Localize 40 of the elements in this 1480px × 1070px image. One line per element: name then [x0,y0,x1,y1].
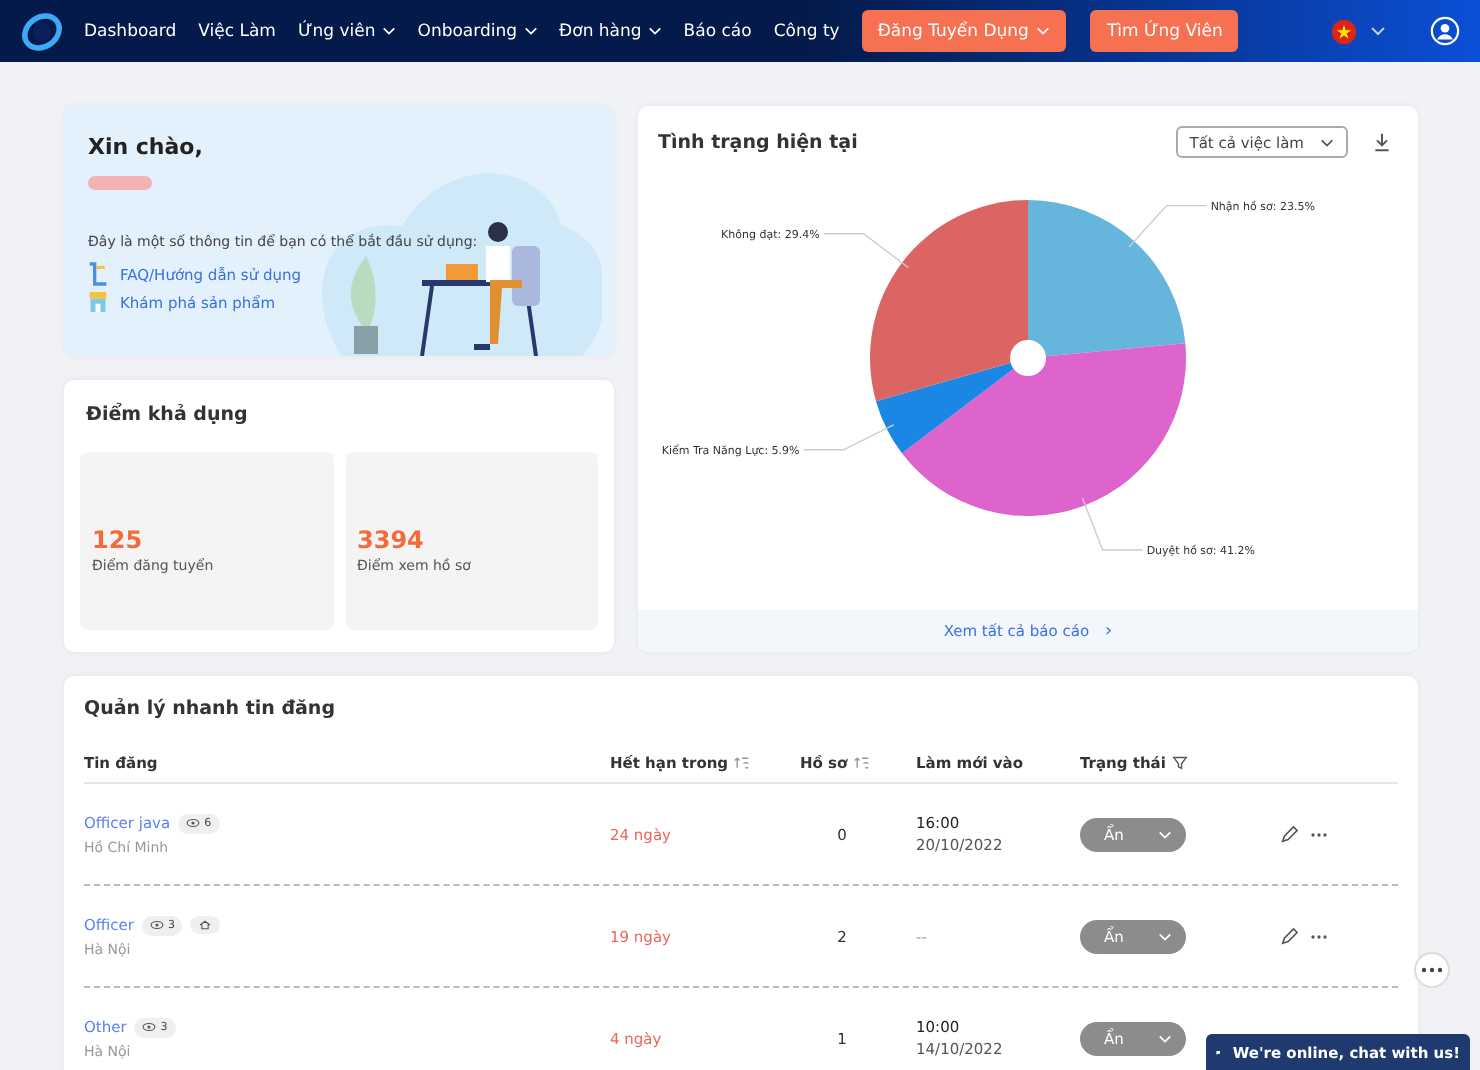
sort-icon[interactable] [734,756,751,770]
storefront-icon [88,290,108,314]
nav-menu-item[interactable]: Đơn hàng [559,21,662,41]
sort-icon[interactable] [853,756,870,770]
flag-icon[interactable] [1330,17,1358,45]
nav-action-button[interactable]: Đăng Tuyển Dụng [861,10,1067,52]
blurred-name-mark [88,176,152,190]
more-button[interactable] [1414,952,1450,988]
points-value: 3394 [357,525,426,553]
logo-icon[interactable] [20,9,64,53]
caret-icon [1158,931,1172,941]
greeting-title: Xin chào, [88,134,205,160]
filter-icon[interactable] [1171,756,1188,770]
points-value: 125 [92,525,145,553]
chevron-icon: › [1105,621,1113,641]
more-icon [1420,966,1444,974]
caret-icon [1158,1033,1172,1043]
edit-icon[interactable] [1280,825,1298,843]
edit-icon[interactable] [1280,927,1298,945]
card-title: Tình trạng hiện tại [658,131,858,153]
pie-hole [1010,340,1046,376]
nav-menu-item[interactable]: Việc Làm [198,21,276,41]
nav-action-button[interactable]: Tìm Ứng Viên [1090,10,1239,52]
leader-line [1128,204,1208,248]
nav-menu-item[interactable]: Dashboard [84,21,177,41]
leader-line [822,233,910,269]
leader-line [802,424,895,451]
document-icon [88,262,108,286]
caret-icon [1158,829,1172,839]
card-title: Điểm khả dụng [84,404,250,426]
download-icon[interactable] [1372,132,1392,152]
leader-line [1081,497,1144,551]
caret-icon[interactable] [1370,26,1386,36]
user-icon[interactable] [1430,16,1460,46]
nav-menu-item[interactable]: Báo cáo [683,21,752,41]
nav-menu-item[interactable]: Công ty [773,21,840,41]
caret-icon [1320,137,1334,147]
nav-menu-item[interactable]: Onboarding [417,21,538,41]
nav-menu-item[interactable]: Ứng viên [297,21,396,41]
card-title: Quản lý nhanh tin đăng [84,698,337,720]
